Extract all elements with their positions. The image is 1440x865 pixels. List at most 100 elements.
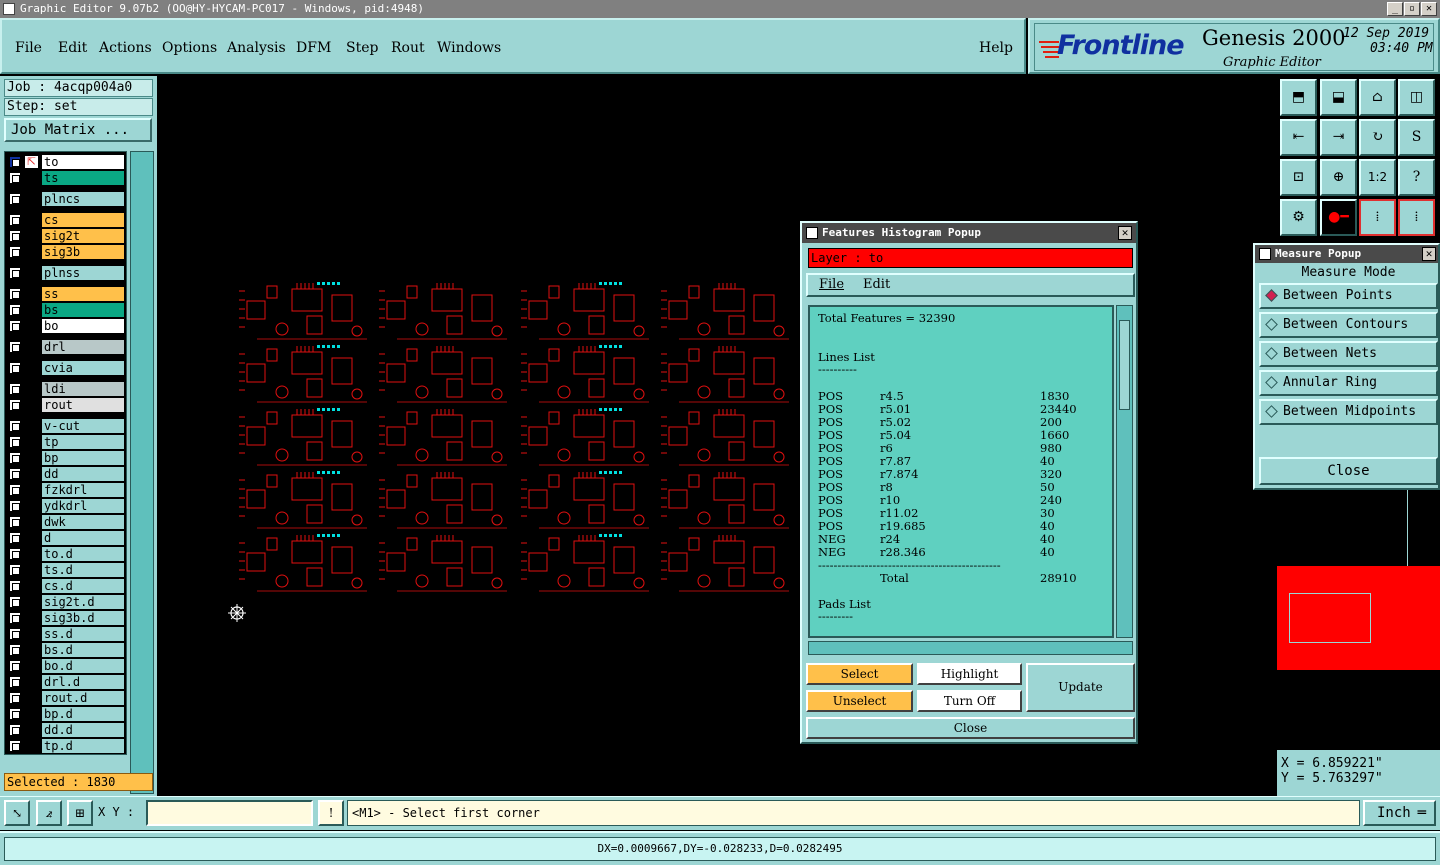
layer-name-dd.d[interactable]: dd.d <box>42 723 124 737</box>
layer-name-rout.d[interactable]: rout.d <box>42 691 124 705</box>
zoom-center-icon[interactable]: ⊕ <box>1320 159 1357 196</box>
layer-name-d[interactable]: d <box>42 531 124 545</box>
pan-left-icon[interactable]: ⇤ <box>1280 119 1317 156</box>
pan-right-icon[interactable]: ⇥ <box>1320 119 1357 156</box>
menu-actions[interactable]: Actions <box>99 40 152 56</box>
layer-name-rout[interactable]: rout <box>42 398 124 412</box>
layer-name-tp[interactable]: tp <box>42 435 124 449</box>
menu-dfm[interactable]: DFM <box>296 40 331 56</box>
layer-checkbox[interactable] <box>9 288 21 300</box>
layer-checkbox[interactable] <box>9 193 21 205</box>
layer-checkbox[interactable] <box>9 740 21 752</box>
layer-name-cs[interactable]: cs <box>42 213 124 227</box>
turn-off-button[interactable]: Turn Off <box>917 690 1022 712</box>
layer-checkbox[interactable] <box>9 399 21 411</box>
snap-icon[interactable]: ⤡ <box>4 800 30 826</box>
zoom-to-page-icon[interactable]: ⬒ <box>1280 79 1317 116</box>
layer-checkbox[interactable] <box>9 692 21 704</box>
layer-checkbox[interactable] <box>9 628 21 640</box>
layer-row[interactable]: bs.d <box>6 643 126 657</box>
measure-option[interactable]: Annular Ring <box>1259 370 1438 396</box>
layer-name-bs.d[interactable]: bs.d <box>42 643 124 657</box>
measure-close-button[interactable]: Close <box>1259 457 1438 485</box>
layer-row[interactable]: v-cut <box>6 419 126 433</box>
update-button[interactable]: Update <box>1026 663 1135 712</box>
layer-row[interactable]: sig2t.d <box>6 595 126 609</box>
maximize-button[interactable]: ▫ <box>1404 2 1420 16</box>
layer-checkbox[interactable] <box>9 548 21 560</box>
features-close-button[interactable]: Close <box>806 717 1135 739</box>
layer-row[interactable]: cvia <box>6 361 126 375</box>
layer-name-dd[interactable]: dd <box>42 467 124 481</box>
layer-checkbox[interactable] <box>9 383 21 395</box>
layer-checkbox[interactable] <box>9 516 21 528</box>
measure-option[interactable]: Between Contours <box>1259 312 1438 338</box>
layer-row[interactable]: sig2t <box>6 229 126 243</box>
zoom-down-icon[interactable]: ⬓ <box>1320 79 1357 116</box>
layer-row[interactable]: tp.d <box>6 739 126 753</box>
layer-checkbox[interactable] <box>9 532 21 544</box>
measure-option[interactable]: Between Points <box>1259 283 1438 309</box>
layer-row[interactable]: bo <box>6 319 126 333</box>
layer-name-ss.d[interactable]: ss.d <box>42 627 124 641</box>
net-tool-icon[interactable]: ⁞ <box>1359 199 1396 236</box>
menu-analysis[interactable]: Analysis <box>227 40 286 56</box>
zoom-fit-icon[interactable]: ⊡ <box>1280 159 1317 196</box>
layer-name-tp.d[interactable]: tp.d <box>42 739 124 753</box>
layer-checkbox[interactable] <box>9 341 21 353</box>
snake-route-icon[interactable]: S <box>1398 119 1435 156</box>
layer-name-plncs[interactable]: plncs <box>42 192 124 206</box>
measure-option[interactable]: Between Midpoints <box>1259 399 1438 425</box>
layer-checkbox[interactable] <box>9 596 21 608</box>
menu-help[interactable]: Help <box>979 40 1013 56</box>
layer-checkbox[interactable] <box>9 304 21 316</box>
layer-row[interactable]: plncs <box>6 192 126 206</box>
measure-angle-icon[interactable]: ⦨ <box>36 800 62 826</box>
layer-name-to.d[interactable]: to.d <box>42 547 124 561</box>
layer-name-plnss[interactable]: plnss <box>42 266 124 280</box>
layer-name-sig3b.d[interactable]: sig3b.d <box>42 611 124 625</box>
layer-checkbox[interactable] <box>9 708 21 720</box>
palette-icon[interactable]: ⚙ <box>1280 199 1317 236</box>
layer-checkbox[interactable] <box>9 644 21 656</box>
layer-name-sig2t[interactable]: sig2t <box>42 229 124 243</box>
layer-checkbox[interactable] <box>9 612 21 624</box>
layer-checkbox[interactable] <box>9 420 21 432</box>
overview-preview[interactable] <box>1277 490 1440 750</box>
grid-icon[interactable]: ⊞ <box>67 800 93 826</box>
layer-checkbox[interactable] <box>9 436 21 448</box>
layer-checkbox[interactable] <box>9 246 21 258</box>
xy-input[interactable] <box>146 800 313 826</box>
layer-checkbox[interactable] <box>9 564 21 576</box>
features-menu-edit[interactable]: Edit <box>863 277 890 292</box>
layer-name-fzkdrl[interactable]: fzkdrl <box>42 483 124 497</box>
layer-name-ldi[interactable]: ldi <box>42 382 124 396</box>
measure-tool-icon[interactable]: ●━ <box>1320 199 1357 236</box>
close-window-button[interactable]: ✕ <box>1421 2 1437 16</box>
layer-name-bp[interactable]: bp <box>42 451 124 465</box>
unit-selector[interactable]: Inch ═ <box>1363 800 1436 826</box>
net-analysis-icon[interactable]: ⁞ <box>1398 199 1435 236</box>
layer-row[interactable]: cs <box>6 213 126 227</box>
features-vertical-scrollbar[interactable] <box>1116 305 1133 638</box>
layer-name-sig2t.d[interactable]: sig2t.d <box>42 595 124 609</box>
layer-name-ydkdrl[interactable]: ydkdrl <box>42 499 124 513</box>
layer-row[interactable]: ydkdrl <box>6 499 126 513</box>
layer-checkbox[interactable] <box>9 214 21 226</box>
layer-row[interactable]: bo.d <box>6 659 126 673</box>
measure-popup-close-icon[interactable]: ✕ <box>1422 247 1436 261</box>
layer-name-dwk[interactable]: dwk <box>42 515 124 529</box>
layer-name-to[interactable]: to <box>42 155 124 169</box>
layer-name-bo[interactable]: bo <box>42 319 124 333</box>
redraw-icon[interactable]: ↻ <box>1359 119 1396 156</box>
layer-checkbox[interactable] <box>9 172 21 184</box>
layer-row[interactable]: sig3b <box>6 245 126 259</box>
alert-icon[interactable]: ! <box>318 800 344 826</box>
layer-row[interactable]: bs <box>6 303 126 317</box>
layer-checkbox[interactable] <box>9 320 21 332</box>
layer-name-drl[interactable]: drl <box>42 340 124 354</box>
layer-list-scrollbar[interactable] <box>130 151 154 794</box>
layer-checkbox[interactable] <box>9 500 21 512</box>
layer-row[interactable]: plnss <box>6 266 126 280</box>
layer-checkbox[interactable] <box>9 580 21 592</box>
